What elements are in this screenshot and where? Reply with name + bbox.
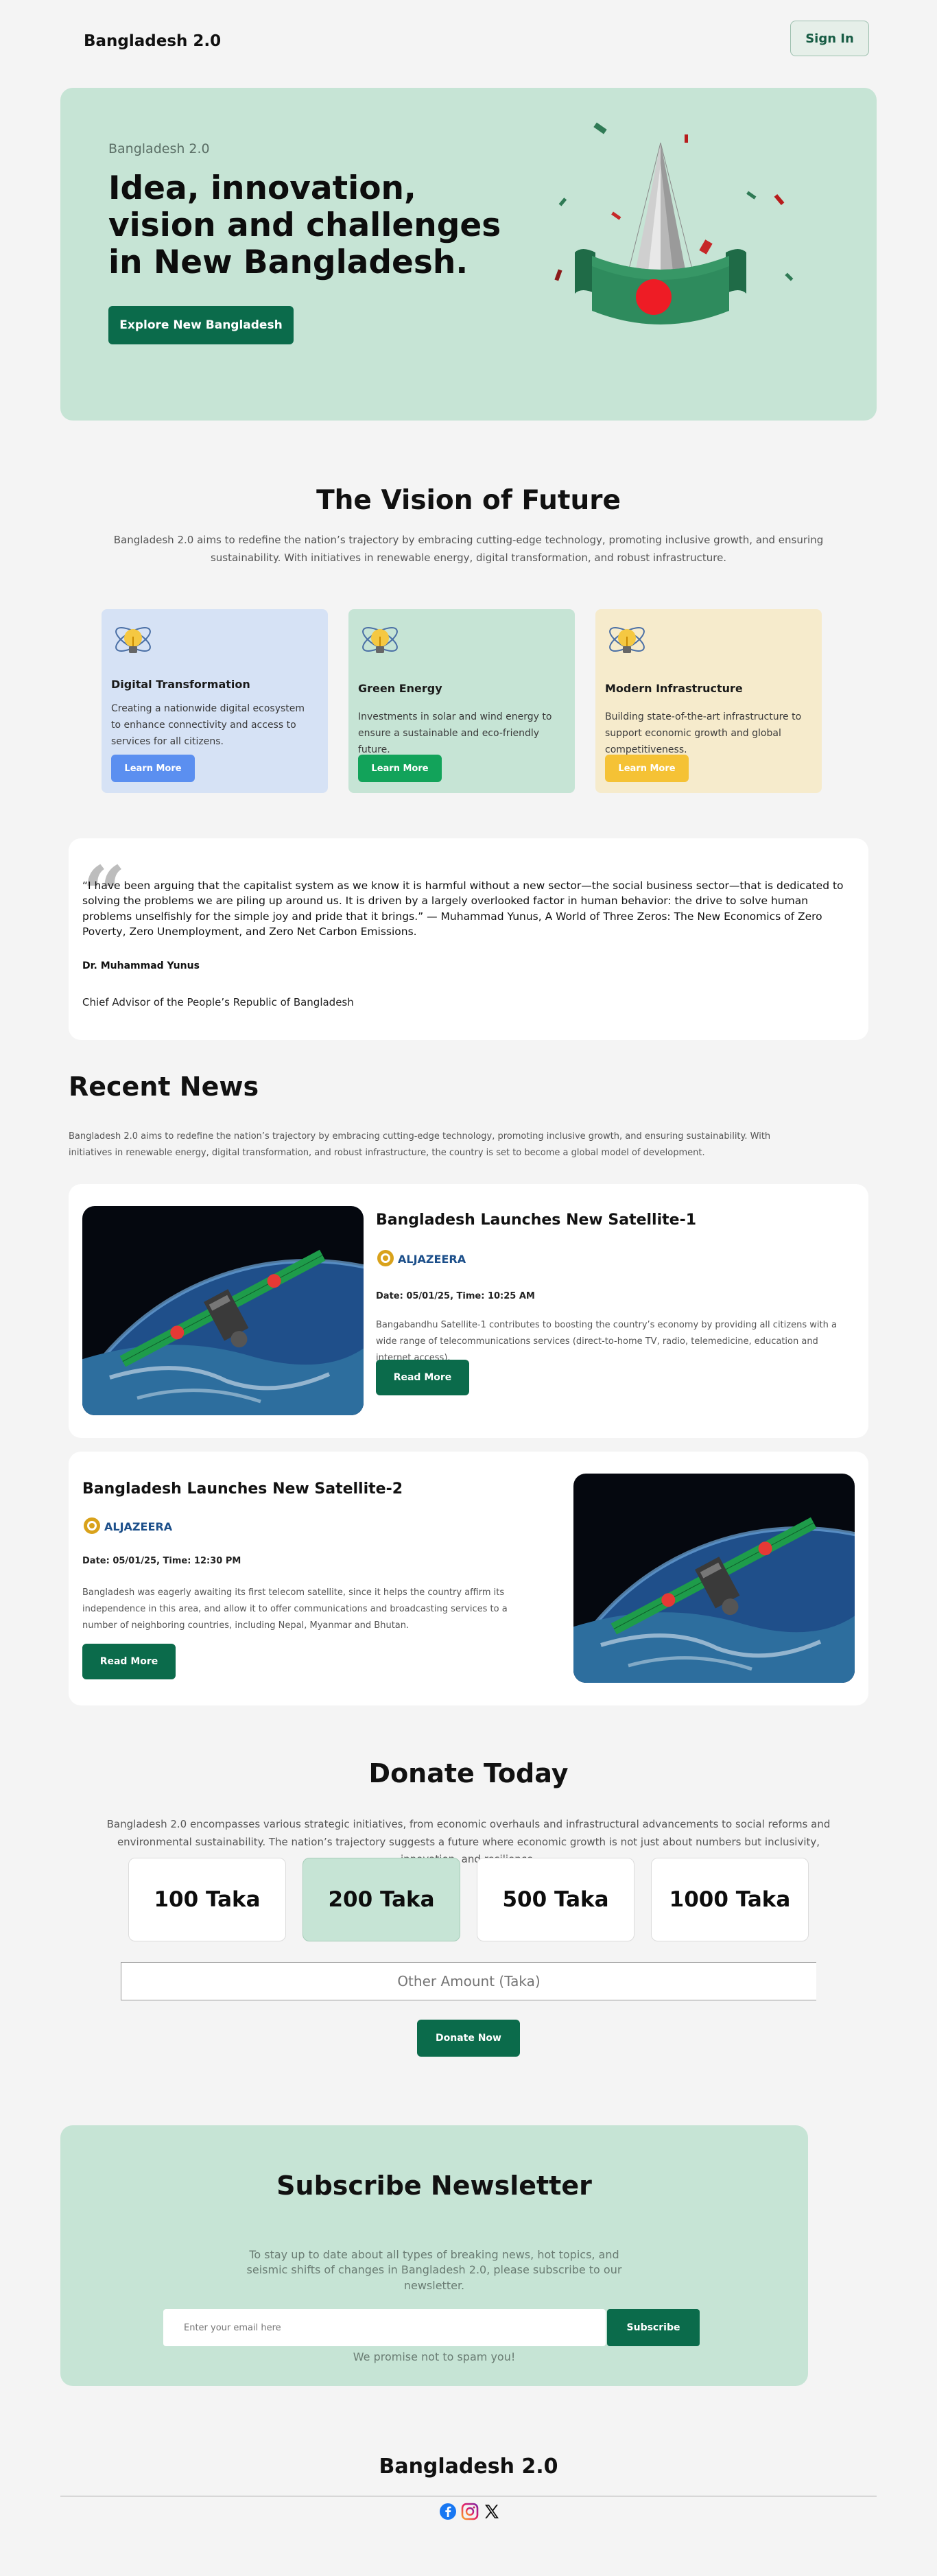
- card-description: Building state-of-the-art infrastructure…: [605, 711, 802, 755]
- page: Bangladesh 2.0 Sign In Bangladesh 2.0 Id…: [0, 0, 937, 2576]
- instagram-icon[interactable]: [461, 2503, 479, 2520]
- subscribe-button[interactable]: Subscribe: [607, 2309, 700, 2346]
- site-brand[interactable]: Bangladesh 2.0: [84, 32, 221, 50]
- news-card: Bangladesh Launches New Satellite-2 ALJA…: [69, 1452, 868, 1705]
- hero-banner: Bangladesh 2.0 Idea, innovation, vision …: [60, 88, 877, 421]
- newsletter-title: Subscribe Newsletter: [276, 2171, 592, 2201]
- news-title: Recent News: [69, 1072, 259, 1102]
- quote-author-role: Chief Advisor of the People’s Republic o…: [82, 996, 354, 1008]
- footer-brand: Bangladesh 2.0: [379, 2455, 558, 2479]
- facebook-icon[interactable]: [439, 2503, 457, 2520]
- lightbulb-atom-icon: [115, 627, 151, 653]
- news-card: Bangladesh Launches New Satellite-1 ALJA…: [69, 1184, 868, 1438]
- news-date: Date: 05/01/25, Time: 10:25 AM: [376, 1291, 535, 1301]
- amount-option-500[interactable]: 500 Taka: [477, 1858, 634, 1941]
- vision-title: The Vision of Future: [316, 485, 621, 516]
- satellite-image: [82, 1206, 364, 1415]
- learn-more-button[interactable]: Learn More: [358, 755, 442, 782]
- newsletter-section: Subscribe Newsletter To stay up to date …: [60, 2125, 808, 2386]
- learn-more-button[interactable]: Learn More: [111, 755, 195, 782]
- aljazeera-logo: ALJAZEERA: [84, 1517, 173, 1534]
- explore-button[interactable]: Explore New Bangladesh: [108, 306, 294, 344]
- lightbulb-atom-icon: [362, 627, 398, 653]
- card-title: Green Energy: [358, 682, 442, 695]
- lightbulb-atom-icon: [609, 627, 645, 653]
- card-description: Creating a nationwide digital ecosystem …: [111, 703, 305, 747]
- newsletter-description: To stay up to date about all types of br…: [246, 2248, 622, 2292]
- email-input[interactable]: [163, 2309, 606, 2346]
- hero-title: Idea, innovation, vision and challenges …: [108, 169, 501, 282]
- news-source: ALJAZEERA: [104, 1520, 173, 1533]
- card-description: Investments in solar and wind energy to …: [358, 711, 552, 755]
- x-icon[interactable]: [483, 2503, 501, 2520]
- news-source: ALJAZEERA: [398, 1253, 466, 1266]
- monument-flag-illustration: [554, 122, 794, 324]
- quote-text: “I have been arguing that the capitalist…: [82, 879, 844, 938]
- card-green-energy: Green Energy Investments in solar and wi…: [348, 609, 575, 793]
- sign-in-button[interactable]: Sign In: [790, 21, 869, 56]
- card-title: Digital Transformation: [111, 678, 250, 691]
- card-title: Modern Infrastructure: [605, 682, 743, 695]
- aljazeera-logo: ALJAZEERA: [377, 1250, 466, 1266]
- read-more-button[interactable]: Read More: [82, 1644, 176, 1679]
- news-description: Bangladesh 2.0 aims to redefine the nati…: [69, 1131, 771, 1159]
- social-links: [439, 2503, 501, 2522]
- news-date: Date: 05/01/25, Time: 12:30 PM: [82, 1556, 241, 1566]
- vision-description: Bangladesh 2.0 aims to redefine the nati…: [113, 534, 824, 564]
- other-amount-input[interactable]: [121, 1962, 816, 2000]
- donate-title: Donate Today: [368, 1758, 569, 1788]
- donate-now-button[interactable]: Donate Now: [417, 2020, 520, 2057]
- satellite-image: [573, 1474, 855, 1683]
- quote-card: “ “I have been arguing that the capitali…: [69, 838, 868, 1040]
- news-headline[interactable]: Bangladesh Launches New Satellite-1: [376, 1212, 696, 1229]
- learn-more-button[interactable]: Learn More: [605, 755, 689, 782]
- quote-author: Dr. Muhammad Yunus: [82, 960, 200, 971]
- amount-option-200[interactable]: 200 Taka: [303, 1858, 460, 1941]
- site-header: Bangladesh 2.0 Sign In: [0, 0, 937, 82]
- news-headline[interactable]: Bangladesh Launches New Satellite-2: [82, 1480, 403, 1498]
- amount-option-100[interactable]: 100 Taka: [128, 1858, 286, 1941]
- news-body: Bangladesh was eagerly awaiting its firs…: [82, 1587, 508, 1631]
- card-digital-transformation: Digital Transformation Creating a nation…: [102, 609, 328, 793]
- read-more-button[interactable]: Read More: [376, 1360, 469, 1395]
- newsletter-note: We promise not to spam you!: [353, 2350, 516, 2363]
- card-modern-infrastructure: Modern Infrastructure Building state-of-…: [595, 609, 822, 793]
- hero-eyebrow: Bangladesh 2.0: [108, 141, 210, 156]
- amount-option-1000[interactable]: 1000 Taka: [651, 1858, 809, 1941]
